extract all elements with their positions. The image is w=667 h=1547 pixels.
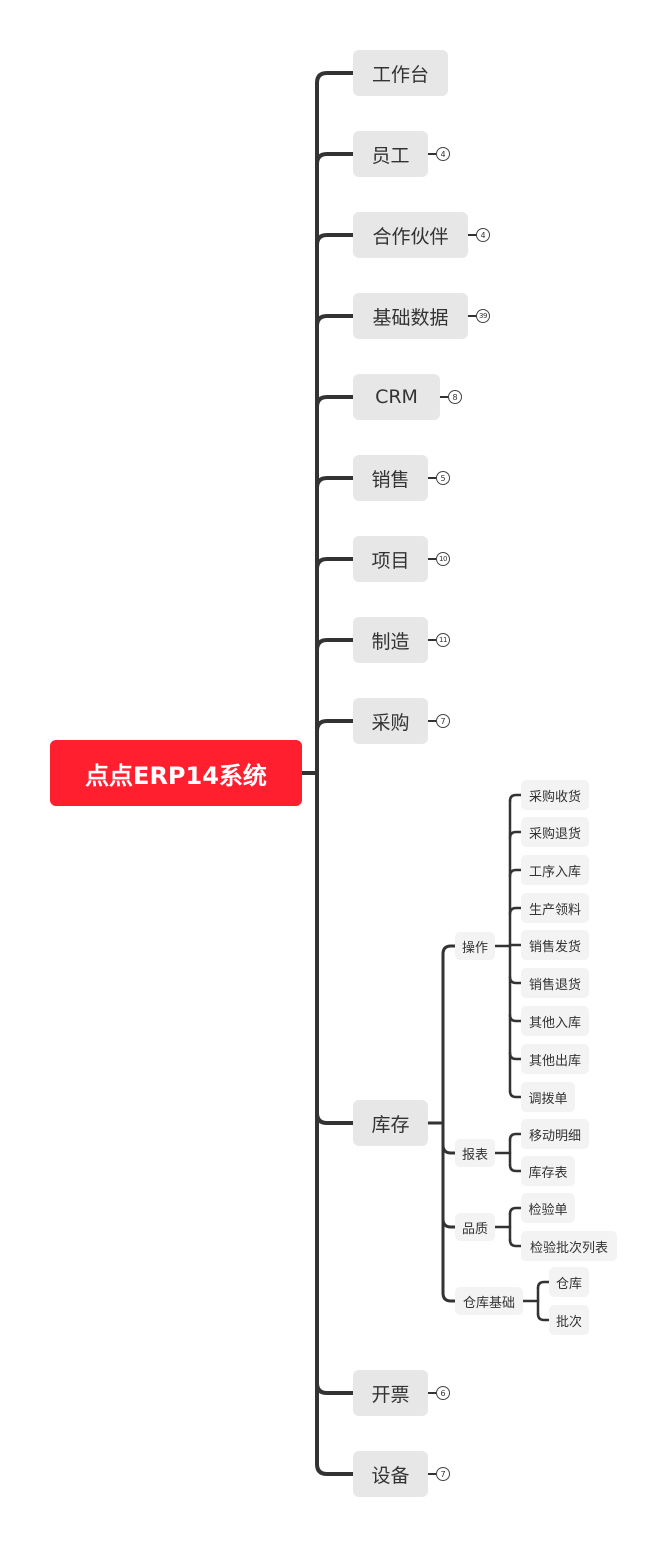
collapse-count-partners[interactable]: 4 <box>476 228 490 242</box>
root-connector-branch-1 <box>315 152 355 166</box>
leaf-inspection-batch-list[interactable]: 检验批次列表 <box>521 1231 617 1261</box>
leaf-stock-report[interactable]: 库存表 <box>521 1156 575 1186</box>
operations-connector-branch-1 <box>508 830 523 840</box>
root-connector-branch-4 <box>315 395 355 409</box>
node-basic-data[interactable]: 基础数据 <box>353 293 468 339</box>
operations-connector-branch-7 <box>508 1051 523 1061</box>
operations-connector-branch-6 <box>508 1013 523 1023</box>
node-equipment[interactable]: 设备 <box>353 1451 428 1497</box>
node-workbench[interactable]: 工作台 <box>353 50 448 96</box>
warehouse-basics-connector-branch-0 <box>536 1280 551 1290</box>
root-connector-branch-8 <box>315 719 355 733</box>
root-connector-branch-2 <box>315 233 355 247</box>
node-staff[interactable]: 员工 <box>353 131 428 177</box>
root-connector-branch-10 <box>315 1381 355 1395</box>
leaf-other-inbound[interactable]: 其他入库 <box>521 1006 589 1036</box>
root-connector-branch-7 <box>315 638 355 652</box>
node-purchasing[interactable]: 采购 <box>353 698 428 744</box>
collapse-count-crm[interactable]: 8 <box>448 390 462 404</box>
leaf-purchase-return[interactable]: 采购退货 <box>521 817 589 847</box>
root-node[interactable]: 点点ERP14系统 <box>50 740 302 806</box>
root-connector-branch-9 <box>315 1111 355 1125</box>
node-sales[interactable]: 销售 <box>353 455 428 501</box>
inventory-connector-branch-0 <box>441 944 457 956</box>
operations-connector-branch-0 <box>508 793 523 803</box>
quality-connector-branch-1 <box>508 1238 523 1248</box>
collapse-count-staff[interactable]: 4 <box>436 147 450 161</box>
leaf-process-inbound[interactable]: 工序入库 <box>521 855 589 885</box>
leaf-batch[interactable]: 批次 <box>549 1305 589 1335</box>
collapse-count-basic-data[interactable]: 39 <box>476 309 490 323</box>
inventory-connector-branch-1 <box>441 1143 457 1155</box>
inventory-connector-branch-3 <box>441 1291 457 1303</box>
node-partners[interactable]: 合作伙伴 <box>353 212 468 258</box>
operations-connector-branch-3 <box>508 906 523 916</box>
mind-map-canvas: 点点ERP14系统 工作台 员工 合作伙伴 基础数据 CRM 销售 项目 制造 … <box>0 0 667 1547</box>
leaf-purchase-receipt[interactable]: 采购收货 <box>521 780 589 810</box>
leaf-other-outbound[interactable]: 其他出库 <box>521 1044 589 1074</box>
node-projects[interactable]: 项目 <box>353 536 428 582</box>
inventory-connector-branch-2 <box>441 1217 457 1229</box>
root-connector-branch-11 <box>315 1462 355 1476</box>
operations-connector-branch-8 <box>508 1089 523 1099</box>
leaf-inspection-order[interactable]: 检验单 <box>521 1193 575 1223</box>
root-connector-branch-5 <box>315 476 355 490</box>
collapse-count-purchasing[interactable]: 7 <box>436 714 450 728</box>
leaf-sales-return[interactable]: 销售退货 <box>521 968 589 998</box>
reports-connector-branch-0 <box>508 1132 523 1142</box>
leaf-transfer-order[interactable]: 调拨单 <box>521 1082 575 1112</box>
node-inventory[interactable]: 库存 <box>353 1100 428 1146</box>
root-connector-branch-0 <box>315 71 355 85</box>
node-inventory-warehouse-basics[interactable]: 仓库基础 <box>455 1287 523 1315</box>
node-crm[interactable]: CRM <box>353 374 440 420</box>
collapse-count-equipment[interactable]: 7 <box>436 1467 450 1481</box>
warehouse-basics-connector-branch-1 <box>536 1312 551 1322</box>
collapse-count-sales[interactable]: 5 <box>436 471 450 485</box>
operations-connector-branch-5 <box>508 975 523 985</box>
collapse-count-manufacturing[interactable]: 11 <box>436 633 450 647</box>
leaf-sales-shipment[interactable]: 销售发货 <box>521 930 589 960</box>
node-inventory-quality[interactable]: 品质 <box>455 1213 495 1241</box>
collapse-count-invoicing[interactable]: 6 <box>436 1386 450 1400</box>
node-inventory-operations[interactable]: 操作 <box>455 932 495 960</box>
quality-connector-branch-0 <box>508 1206 523 1216</box>
node-manufacturing[interactable]: 制造 <box>353 617 428 663</box>
collapse-count-projects[interactable]: 10 <box>436 552 450 566</box>
root-connector-branch-3 <box>315 314 355 328</box>
reports-connector-branch-1 <box>508 1163 523 1173</box>
leaf-movement-detail[interactable]: 移动明细 <box>521 1119 589 1149</box>
operations-connector-branch-2 <box>508 868 523 878</box>
root-connector-branch-6 <box>315 557 355 571</box>
node-inventory-reports[interactable]: 报表 <box>455 1139 495 1167</box>
leaf-warehouse[interactable]: 仓库 <box>549 1267 589 1297</box>
node-invoicing[interactable]: 开票 <box>353 1370 428 1416</box>
leaf-production-picking[interactable]: 生产领料 <box>521 893 589 923</box>
